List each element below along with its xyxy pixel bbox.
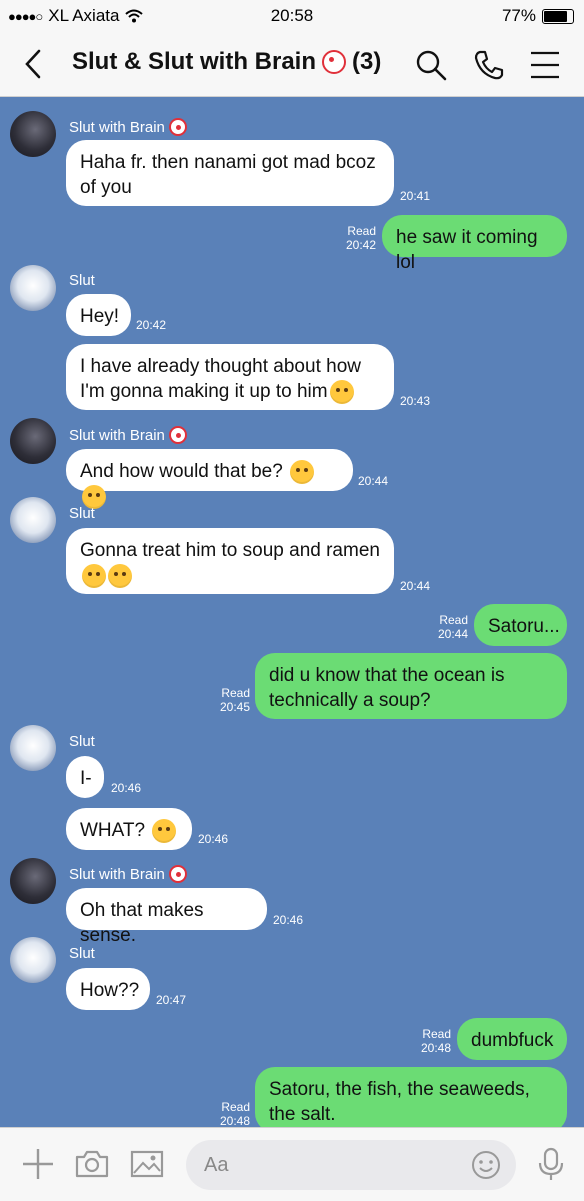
message-time: 20:46 <box>198 832 229 846</box>
kissing-face-emoji <box>108 563 132 588</box>
chat-header: Slut & Slut with Brain (3) <box>0 32 584 97</box>
message-bubble-outgoing[interactable]: he saw it coming lol <box>382 215 567 273</box>
thinking-face-emoji <box>290 459 315 484</box>
avatar-slut[interactable] <box>10 725 56 771</box>
message-bubble-incoming[interactable]: WHAT? <box>66 808 192 850</box>
message-time: 20:41 <box>400 189 431 203</box>
read-receipt: Read 20:48 <box>219 1100 250 1127</box>
image-icon[interactable] <box>129 1146 165 1182</box>
message-time: 20:43 <box>400 394 431 408</box>
clown-icon <box>168 426 187 444</box>
plus-icon[interactable] <box>20 1146 56 1182</box>
avatar-slut-with-brain[interactable] <box>10 858 56 904</box>
battery-percent: 77% <box>501 6 536 25</box>
message-bubble-incoming[interactable]: I- <box>66 756 104 798</box>
battery-icon <box>542 8 574 24</box>
winking-face-emoji <box>82 563 106 588</box>
menu-icon[interactable] <box>528 48 562 82</box>
message-time: 20:46 <box>273 913 304 927</box>
member-count: (3) <box>352 48 382 75</box>
message-bubble-incoming[interactable]: And how would that be? <box>66 449 353 509</box>
message-bubble-incoming[interactable]: Oh that makes sense. <box>66 888 267 946</box>
clown-icon <box>168 865 187 883</box>
message-bubble-outgoing[interactable]: Satoru... <box>474 604 567 646</box>
message-composer <box>0 1127 584 1201</box>
clock: 20:58 <box>270 6 314 25</box>
avatar-slut-with-brain[interactable] <box>10 418 56 464</box>
message-time: 20:44 <box>358 474 389 488</box>
chat-title-text: Slut & Slut with Brain <box>72 48 316 75</box>
status-bar: ●●●●○ XL Axiata 20:58 77% <box>0 0 584 32</box>
back-icon[interactable] <box>22 48 44 80</box>
emoji-icon[interactable] <box>470 1149 502 1181</box>
avatar-slut-with-brain[interactable] <box>10 111 56 157</box>
message-time: 20:44 <box>400 579 431 593</box>
message-bubble-incoming[interactable]: I have already thought about how I'm gon… <box>66 344 394 410</box>
microphone-icon[interactable] <box>533 1146 569 1182</box>
message-bubble-outgoing[interactable]: dumbfuck <box>457 1018 567 1060</box>
camera-icon[interactable] <box>74 1146 110 1182</box>
sender-name: Slut <box>69 733 95 750</box>
read-receipt: Read 20:45 <box>219 686 250 714</box>
read-receipt: Read 20:48 <box>420 1027 451 1055</box>
sender-name: Slut <box>69 945 95 962</box>
chat-title: Slut & Slut with Brain (3) <box>72 48 381 76</box>
message-bubble-outgoing[interactable]: Satoru, the fish, the seaweeds, the salt… <box>255 1067 567 1127</box>
message-bubble-incoming[interactable]: How?? <box>66 968 150 1010</box>
relieved-face-emoji <box>329 379 354 404</box>
sender-name: Slut with Brain <box>69 118 187 136</box>
search-icon[interactable] <box>414 48 448 82</box>
read-receipt: Read 20:44 <box>437 613 468 641</box>
clown-icon <box>322 50 346 74</box>
avatar-slut[interactable] <box>10 265 56 311</box>
battery-fill <box>544 10 568 22</box>
sender-name: Slut with Brain <box>69 426 187 444</box>
avatar-slut[interactable] <box>10 497 56 543</box>
read-receipt: Read 20:42 <box>345 224 376 252</box>
message-bubble-outgoing[interactable]: did u know that the ocean is technically… <box>255 653 567 719</box>
message-bubble-incoming[interactable]: Hey! <box>66 294 131 336</box>
message-time: 20:42 <box>136 318 167 332</box>
message-bubble-incoming[interactable]: Gonna treat him to soup and ramen <box>66 528 394 594</box>
sender-name: Slut <box>69 272 95 289</box>
grinning-face-emoji <box>152 818 177 843</box>
message-time: 20:46 <box>111 781 142 795</box>
phone-icon[interactable] <box>472 48 506 82</box>
sender-name: Slut <box>69 505 95 522</box>
message-input[interactable] <box>186 1140 516 1190</box>
message-time: 20:47 <box>156 993 187 1007</box>
avatar-slut[interactable] <box>10 937 56 983</box>
message-bubble-incoming[interactable]: Haha fr. then nanami got mad bcoz of you <box>66 140 394 206</box>
chat-area[interactable]: Slut with Brain Haha fr. then nanami got… <box>0 97 584 1127</box>
sender-name: Slut with Brain <box>69 865 187 883</box>
clown-icon <box>168 118 187 136</box>
